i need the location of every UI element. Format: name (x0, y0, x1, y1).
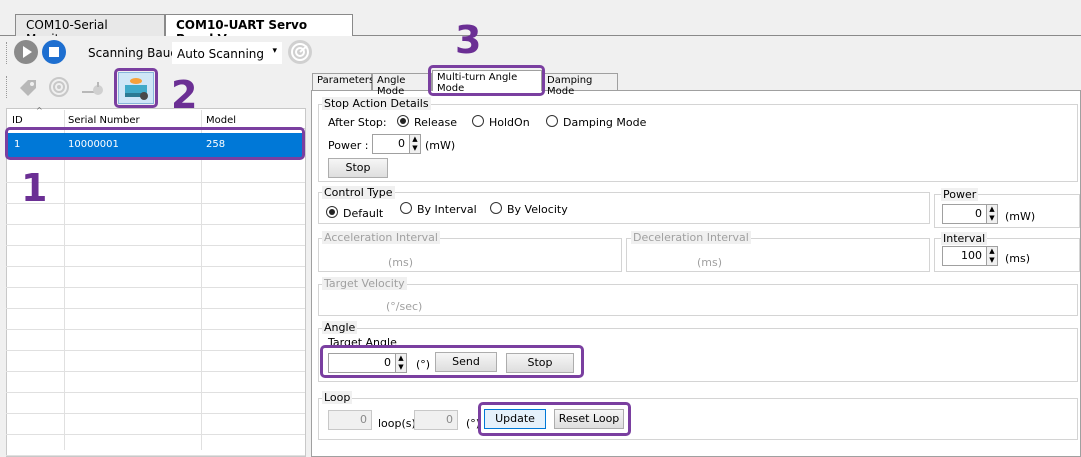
scanning-baud-label: Scanning Baud (88, 46, 178, 60)
tab-serial-monitor[interactable]: COM10-Serial Monitor (15, 14, 165, 46)
highlight-loop-buttons (478, 402, 631, 436)
stop-button[interactable] (42, 40, 66, 64)
table-row-empty (6, 372, 305, 393)
interval-spinner[interactable]: ▲ ▼ (986, 246, 998, 266)
deceleration-unit: (ms) (697, 256, 723, 269)
callout-1: 1 (21, 166, 48, 210)
stop-action-stop-button[interactable]: Stop (328, 158, 388, 178)
table-row-empty (6, 246, 305, 267)
loop-title: Loop (322, 391, 353, 404)
highlight-selected-row (5, 127, 305, 160)
servo-icon[interactable] (80, 78, 106, 98)
sort-indicator-icon: ^ (36, 106, 43, 115)
radio-holdon-label: HoldOn (489, 116, 530, 129)
loop-angle-field: 0 (414, 410, 458, 430)
interval-input[interactable]: 100 (942, 246, 987, 266)
loop-unit: loop(s) (378, 417, 416, 430)
baud-select[interactable]: Auto Scanning ▾ (172, 42, 282, 64)
interval-unit: (ms) (1005, 252, 1031, 265)
tag-icon[interactable] (18, 78, 38, 98)
column-header-model[interactable]: Model (206, 115, 236, 126)
loop-count-field: 0 (328, 410, 372, 430)
power-unit: (mW) (425, 139, 456, 152)
radar-icon (291, 43, 309, 61)
play-icon (23, 46, 32, 58)
power-spinner[interactable]: ▲ ▼ (409, 134, 421, 154)
power-group-unit: (mW) (1005, 210, 1036, 223)
radio-default[interactable] (326, 206, 338, 218)
highlight-multi-turn-tab (428, 65, 545, 96)
power-group-input[interactable]: 0 (942, 204, 987, 224)
table-row-empty (6, 162, 305, 183)
radio-holdon[interactable] (472, 115, 484, 127)
target-velocity-group (318, 284, 1078, 316)
table-row-empty (6, 183, 305, 204)
table-row-empty (6, 330, 305, 351)
radio-by-interval[interactable] (400, 202, 412, 214)
tab-parameters[interactable]: Parameters (312, 73, 374, 90)
tab-damping-mode[interactable]: Damping Mode (542, 73, 618, 97)
table-row-empty (6, 414, 305, 435)
highlight-angle-controls (320, 345, 584, 378)
tab-uart-servo-panel[interactable]: COM10-UART Servo Panel V... (165, 14, 353, 46)
power-input[interactable]: 0 (372, 134, 410, 154)
control-type-title: Control Type (322, 186, 395, 199)
radar-scan-button[interactable] (288, 40, 312, 64)
power-label: Power : (328, 139, 369, 152)
radio-release-label: Release (414, 116, 457, 129)
toolbar-grip (6, 42, 7, 64)
table-row-empty (6, 309, 305, 330)
acceleration-title: Acceleration Interval (322, 231, 440, 244)
table-row-empty (6, 351, 305, 372)
radio-by-velocity-label: By Velocity (507, 203, 568, 216)
callout-2: 2 (171, 73, 198, 117)
grid-header (7, 109, 305, 129)
table-row-empty (6, 204, 305, 225)
deceleration-title: Deceleration Interval (631, 231, 751, 244)
radio-default-label: Default (343, 207, 384, 220)
stop-icon (49, 47, 59, 57)
chevron-down-icon: ▾ (272, 46, 277, 56)
target-velocity-title: Target Velocity (322, 277, 407, 290)
baud-select-value: Auto Scanning (177, 47, 265, 61)
power-group-spinner[interactable]: ▲ ▼ (986, 204, 998, 224)
after-stop-label: After Stop: (328, 116, 387, 129)
column-header-serial[interactable]: Serial Number (68, 115, 140, 126)
radio-release[interactable] (397, 115, 409, 127)
radio-by-velocity[interactable] (490, 202, 502, 214)
tab-angle-mode[interactable]: Angle Mode (372, 73, 432, 97)
highlight-device-settings (114, 68, 158, 108)
stop-action-title: Stop Action Details (322, 97, 431, 110)
radio-damping-label: Damping Mode (563, 116, 647, 129)
radio-by-interval-label: By Interval (417, 203, 477, 216)
table-row-empty (6, 225, 305, 246)
acceleration-unit: (ms) (388, 256, 414, 269)
table-row-empty (6, 267, 305, 288)
play-button[interactable] (14, 40, 38, 64)
callout-3: 3 (455, 18, 482, 62)
radio-damping-mode[interactable] (546, 115, 558, 127)
table-row-empty (6, 393, 305, 414)
interval-group-title: Interval (941, 232, 988, 245)
power-group-title: Power (941, 188, 979, 201)
table-row-empty (6, 435, 305, 456)
angle-title: Angle (322, 321, 358, 334)
toolbar-grip-2 (6, 76, 7, 98)
table-row-empty (6, 288, 305, 309)
target-velocity-unit: (°/sec) (386, 300, 423, 313)
column-header-id[interactable]: ID (12, 115, 23, 126)
wireless-icon[interactable] (48, 76, 70, 98)
